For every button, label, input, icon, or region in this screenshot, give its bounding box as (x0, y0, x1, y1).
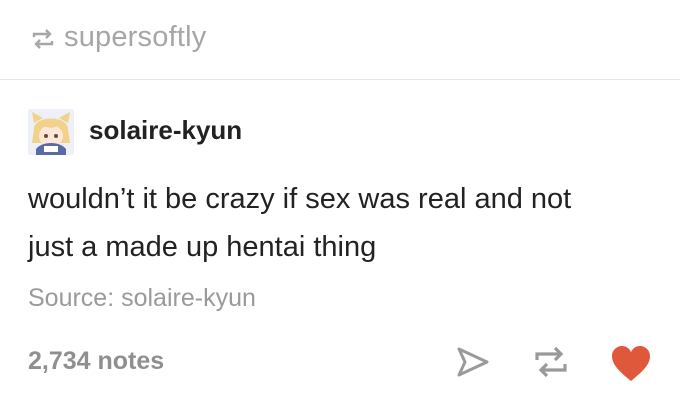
post-author-link[interactable]: solaire-kyun (89, 115, 242, 146)
heart-icon[interactable] (610, 345, 652, 383)
post-body: wouldn’t it be crazy if sex was real and… (28, 175, 648, 271)
source-link[interactable]: Source: solaire-kyun (28, 284, 256, 313)
post-body-line: just a made up hentai thing (28, 231, 377, 263)
anime-avatar-image (28, 109, 74, 155)
share-icon[interactable] (455, 344, 491, 380)
avatar[interactable] (28, 109, 74, 155)
reblog-icon (32, 29, 54, 49)
reblog-icon[interactable] (532, 344, 570, 380)
reblog-username-link[interactable]: supersoftly (64, 21, 206, 54)
reblog-header: supersoftly (0, 0, 680, 80)
post-body-line: wouldn’t it be crazy if sex was real and… (28, 183, 572, 215)
notes-count[interactable]: 2,734 notes (28, 347, 164, 376)
